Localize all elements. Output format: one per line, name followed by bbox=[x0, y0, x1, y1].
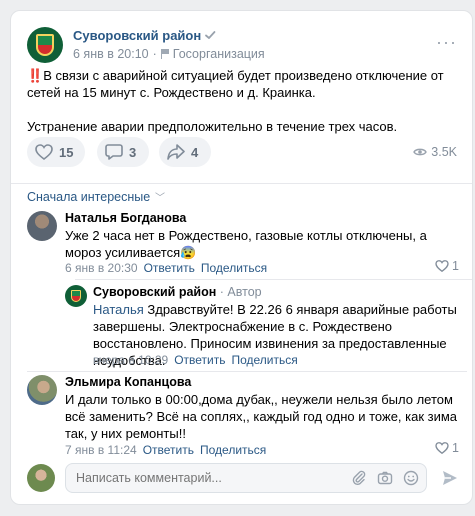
comment-like-button[interactable]: 1 bbox=[435, 441, 459, 455]
avatar bbox=[27, 464, 55, 492]
post-author[interactable]: Суворовский район bbox=[73, 28, 216, 43]
input-attachments bbox=[351, 470, 419, 486]
camera-icon[interactable] bbox=[377, 470, 393, 486]
share-icon bbox=[167, 144, 185, 160]
smile-icon[interactable] bbox=[403, 470, 419, 486]
post-actions: 15 3 4 3.5K bbox=[27, 137, 459, 167]
reply-to-link[interactable]: Наталья bbox=[93, 302, 144, 317]
comment-text: И дали только в 00:00,дома дубак,, неуже… bbox=[65, 392, 458, 441]
double-exclamation-icon: ‼️ bbox=[27, 68, 44, 83]
comment-icon bbox=[105, 144, 123, 160]
post-meta: 6 янв в 20:10 · Госорганизация bbox=[73, 47, 265, 61]
post-date[interactable]: 6 янв в 20:10 bbox=[73, 47, 149, 61]
comment: Наталья Богданова Уже 2 часа нет в Рожде… bbox=[27, 211, 459, 275]
paperclip-icon[interactable] bbox=[351, 470, 367, 486]
comment-author[interactable]: Эльмира Копанцова bbox=[65, 375, 191, 389]
flag-icon bbox=[160, 49, 170, 59]
comment-date[interactable]: 6 янв в 20:30 bbox=[65, 261, 138, 275]
reply-button[interactable]: Ответить bbox=[174, 353, 225, 367]
share-link[interactable]: Поделиться bbox=[201, 261, 267, 275]
heart-icon bbox=[435, 260, 449, 272]
comment-count: 3 bbox=[129, 144, 137, 160]
heart-icon bbox=[435, 442, 449, 454]
divider bbox=[27, 371, 467, 372]
post-author-name[interactable]: Суворовский район bbox=[73, 28, 201, 43]
comment-reply: Суворовский район · Автор Наталья Здравс… bbox=[65, 285, 459, 368]
send-icon[interactable] bbox=[441, 469, 459, 487]
comment-button[interactable]: 3 bbox=[97, 137, 149, 167]
post-text: ‼️В связи с аварийной ситуацией будет пр… bbox=[27, 67, 462, 135]
comment-text: Уже 2 часа нет в Рождествено, газовые ко… bbox=[65, 228, 427, 260]
comment-meta: 7 янв в 11:24 Ответить Поделиться bbox=[65, 443, 266, 457]
post-header: Суворовский район 6 янв в 20:10 · Госорган… bbox=[27, 27, 457, 67]
comments-sort-label[interactable]: Сначала интересные bbox=[27, 190, 150, 204]
reply-button[interactable]: Ответить bbox=[144, 261, 195, 275]
heart-icon bbox=[35, 144, 53, 160]
reply-button[interactable]: Ответить bbox=[143, 443, 194, 457]
like-count: 15 bbox=[59, 144, 74, 160]
comments-sort[interactable]: Сначала интересные ﹀ bbox=[27, 189, 165, 204]
share-button[interactable]: 4 bbox=[159, 137, 211, 167]
comment-like-count: 1 bbox=[452, 441, 459, 455]
share-link[interactable]: Поделиться bbox=[231, 353, 297, 367]
comment-meta: вчера в 10:29 Ответить Поделиться bbox=[93, 353, 298, 367]
post-paragraph-1: В связи с аварийной ситуацией будет прои… bbox=[27, 68, 444, 100]
comment-meta: 6 янв в 20:30 Ответить Поделиться bbox=[65, 261, 267, 275]
comment-like-button[interactable]: 1 bbox=[435, 259, 459, 273]
views-count: 3.5K bbox=[431, 145, 457, 159]
divider bbox=[75, 279, 472, 280]
comment-date[interactable]: 7 янв в 11:24 bbox=[65, 443, 137, 457]
like-button[interactable]: 15 bbox=[27, 137, 85, 167]
comment-author-name[interactable]: Суворовский район bbox=[93, 285, 216, 299]
more-options-icon[interactable]: ··· bbox=[436, 33, 457, 51]
avatar[interactable] bbox=[27, 375, 57, 405]
views-counter: 3.5K bbox=[413, 145, 457, 159]
coat-of-arms-icon bbox=[71, 290, 81, 302]
comment-date[interactable]: вчера в 10:29 bbox=[93, 353, 168, 367]
post-category: Госорганизация bbox=[172, 47, 265, 61]
comment-input-row bbox=[27, 463, 459, 493]
eye-icon bbox=[413, 148, 428, 156]
comment-author: Суворовский район · Автор bbox=[93, 285, 262, 299]
share-count: 4 bbox=[191, 144, 199, 160]
author-tag: · Автор bbox=[219, 285, 262, 299]
chevron-down-icon: ﹀ bbox=[152, 193, 165, 204]
avatar[interactable] bbox=[65, 285, 87, 307]
community-avatar[interactable] bbox=[27, 27, 63, 63]
comment-like-count: 1 bbox=[452, 259, 459, 273]
avatar[interactable] bbox=[27, 211, 57, 241]
verified-icon bbox=[205, 31, 216, 39]
comment-author[interactable]: Наталья Богданова bbox=[65, 211, 186, 225]
post-card: Суворовский район 6 янв в 20:10 · Госорган… bbox=[10, 10, 473, 505]
divider bbox=[11, 183, 472, 184]
post-paragraph-2: Устранение аварии предположительно в теч… bbox=[27, 119, 398, 134]
comment: Эльмира Копанцова И дали только в 00:00,… bbox=[27, 375, 459, 459]
coat-of-arms-icon bbox=[36, 34, 54, 56]
share-link[interactable]: Поделиться bbox=[200, 443, 266, 457]
